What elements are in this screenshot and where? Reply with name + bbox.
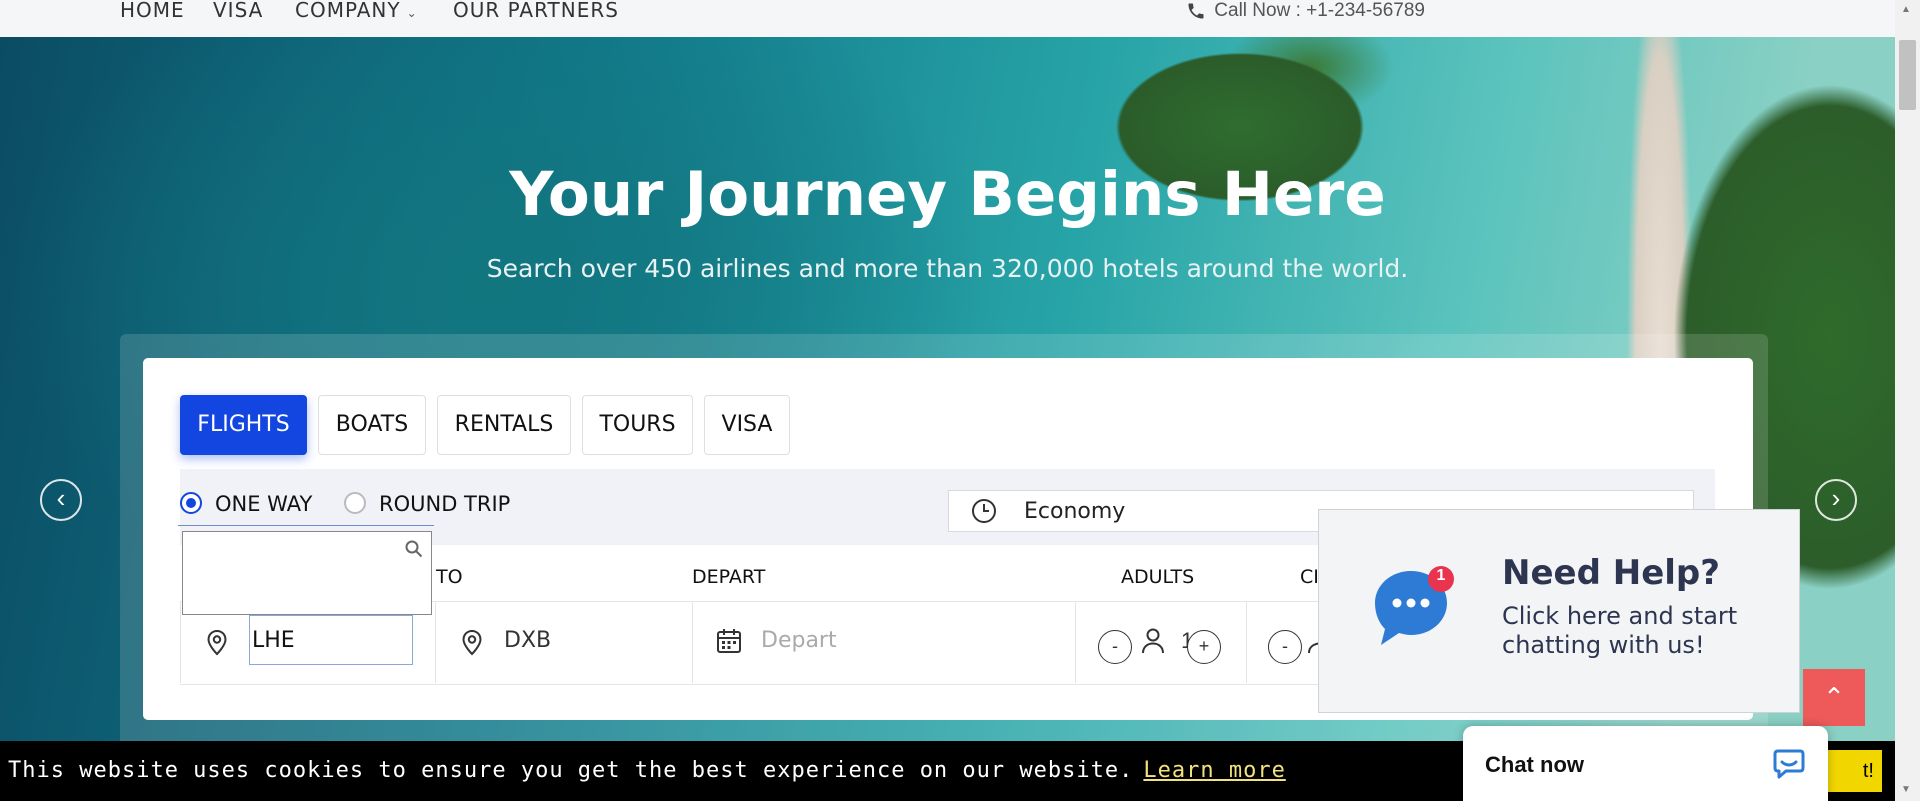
from-input[interactable]: LHE — [249, 615, 413, 665]
airport-search-dropdown[interactable] — [182, 531, 432, 615]
notification-badge: 1 — [1436, 567, 1446, 584]
tab-visa[interactable]: VISA — [704, 395, 790, 455]
round-trip-label[interactable]: ROUND TRIP — [379, 492, 510, 516]
search-icon — [405, 540, 423, 558]
tab-tours[interactable]: TOURS — [582, 395, 693, 455]
clock-icon — [972, 499, 996, 523]
chevron-right-icon: › — [1831, 483, 1841, 513]
one-way-label[interactable]: ONE WAY — [215, 492, 312, 516]
location-pin-icon — [462, 629, 482, 656]
chevron-down-icon: ⌄ — [406, 6, 418, 20]
tab-flights[interactable]: FLIGHTS — [180, 395, 307, 455]
children-label: CI — [1300, 566, 1319, 588]
cell-divider — [180, 601, 181, 683]
scroll-up-arrow[interactable]: ▲ — [1901, 4, 1911, 15]
chat-icon — [1773, 749, 1805, 779]
tab-rentals[interactable]: RENTALS — [437, 395, 571, 455]
chat-now-label: Chat now — [1485, 752, 1584, 777]
chevron-up-icon: ⌃ — [1823, 682, 1845, 712]
children-decrement-button[interactable]: - — [1268, 630, 1302, 664]
cookie-message: This website uses cookies to ensure you … — [8, 758, 1286, 783]
nav-company-label: COMPANY — [295, 0, 401, 22]
cell-divider — [1075, 601, 1076, 683]
need-help-text: Click here and start chatting with us! — [1502, 602, 1738, 659]
slider-prev-button[interactable]: ‹ — [40, 479, 82, 521]
one-way-radio[interactable] — [180, 492, 202, 514]
cookie-text: This website uses cookies to ensure you … — [8, 758, 1134, 783]
nav-company[interactable]: COMPANY ⌄ — [295, 0, 418, 23]
depart-label: DEPART — [692, 566, 766, 588]
adults-decrement-button[interactable]: - — [1098, 630, 1132, 664]
need-help-widget[interactable]: 1 Need Help? Click here and start chatti… — [1318, 509, 1800, 713]
scroll-down-arrow[interactable]: ▼ — [1901, 784, 1911, 795]
back-to-top-button[interactable]: ⌃ — [1803, 669, 1865, 726]
nav-our-partners[interactable]: OUR PARTNERS — [453, 0, 619, 20]
call-now[interactable]: Call Now : +1-234-56789 — [1186, 0, 1425, 22]
chat-now-widget[interactable]: Chat now — [1463, 726, 1828, 801]
phone-icon — [1188, 3, 1204, 19]
depart-input[interactable]: Depart — [761, 628, 837, 653]
cabin-class-value: Economy — [1024, 499, 1126, 524]
top-navigation: HOME VISA COMPANY ⌄ OUR PARTNERS Call Now… — [0, 0, 1895, 37]
adults-increment-button[interactable]: + — [1187, 630, 1221, 664]
to-input[interactable]: DXB — [504, 628, 551, 653]
chevron-left-icon: ‹ — [56, 483, 66, 513]
hero-subtitle: Search over 450 airlines and more than 3… — [486, 254, 1409, 283]
adults-label: ADULTS — [1121, 566, 1195, 588]
to-label: TO — [436, 566, 463, 588]
cell-divider — [435, 601, 436, 683]
location-pin-icon — [207, 629, 227, 656]
learn-more-link[interactable]: Learn more — [1143, 758, 1285, 783]
trip-underline — [178, 525, 434, 526]
nav-visa[interactable]: VISA — [213, 0, 263, 20]
page-scrollbar[interactable]: ▲ ▼ — [1895, 0, 1920, 801]
cookie-accept-button[interactable]: t! — [1820, 750, 1882, 792]
cell-divider — [692, 601, 693, 683]
nav-home[interactable]: HOME — [120, 0, 185, 20]
need-help-title: Need Help? — [1502, 553, 1720, 593]
calendar-icon — [717, 629, 741, 653]
person-icon — [1142, 628, 1164, 654]
hero-title: Your Journey Begins Here — [509, 159, 1386, 230]
tab-boats[interactable]: BOATS — [318, 395, 426, 455]
scrollbar-thumb[interactable] — [1899, 40, 1916, 110]
round-trip-radio[interactable] — [344, 492, 366, 514]
call-now-text: Call Now : +1-234-56789 — [1214, 0, 1425, 21]
slider-next-button[interactable]: › — [1815, 479, 1857, 521]
chat-bubble-icon — [1375, 566, 1454, 645]
cell-divider — [1246, 601, 1247, 683]
